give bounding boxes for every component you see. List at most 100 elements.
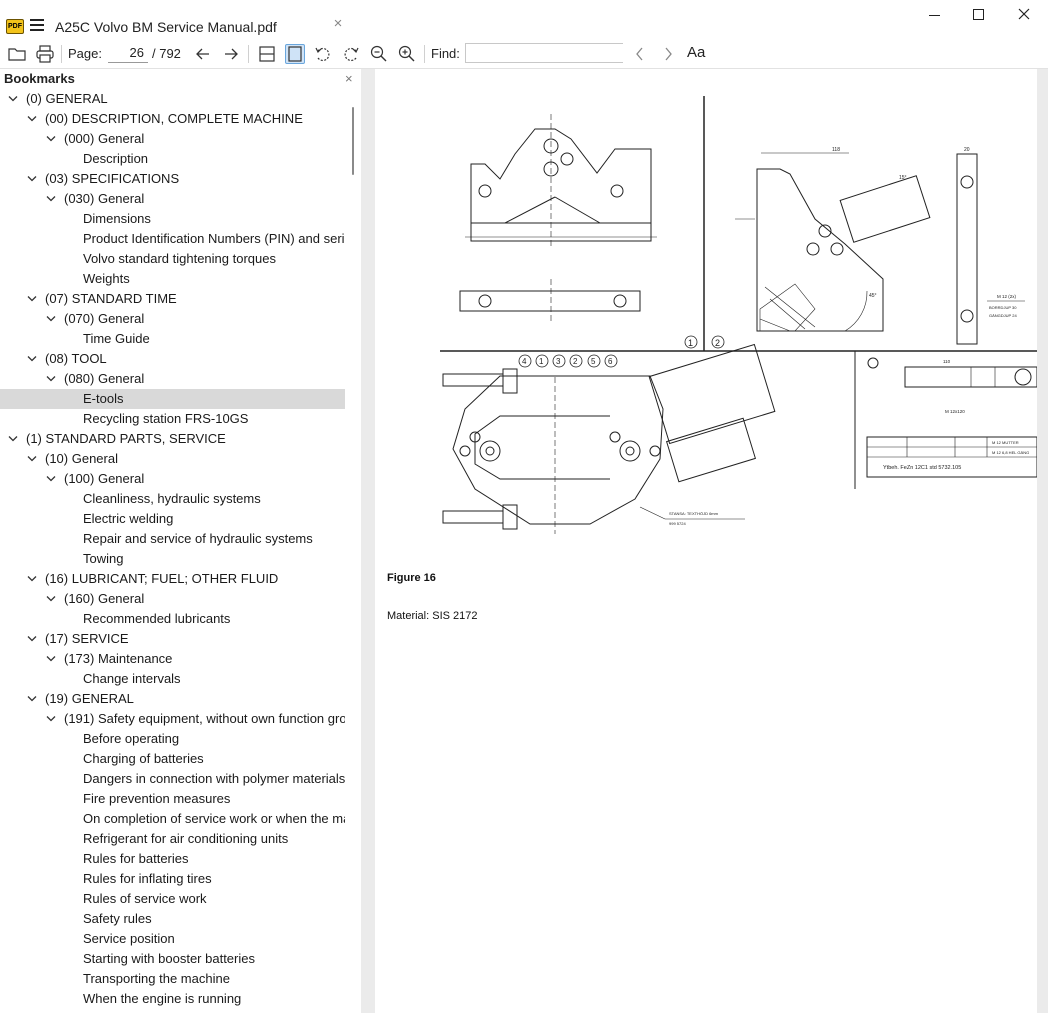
maximize-button[interactable] [966,6,990,24]
bookmark-leaf-item[interactable]: Repair and service of hydraulic systems [0,529,345,549]
continuous-scroll-button[interactable] [257,44,277,64]
previous-page-button[interactable] [193,44,213,64]
bookmark-leaf-item[interactable]: On completion of service work or when th… [0,809,345,829]
print-button[interactable] [35,44,55,64]
bookmark-leaf-item[interactable]: Charging of batteries [0,749,345,769]
toolbar-separator [61,45,62,63]
bookmark-leaf-item[interactable]: Dimensions [0,209,345,229]
match-case-button[interactable]: Aa [687,44,705,61]
bookmark-group-item[interactable]: (03) SPECIFICATIONS [0,169,345,189]
chevron-down-icon[interactable] [26,449,38,469]
chevron-down-icon[interactable] [26,109,38,129]
chevron-down-icon[interactable] [26,689,38,709]
bookmark-leaf-item[interactable]: Volvo standard tightening torques [0,249,345,269]
bookmark-group-item[interactable]: (0) GENERAL [0,89,345,109]
chevron-down-icon[interactable] [7,429,19,449]
page-number-input[interactable] [108,43,148,63]
chevron-down-icon[interactable] [26,349,38,369]
bookmark-leaf-item[interactable]: Time Guide [0,329,345,349]
chevron-down-icon[interactable] [26,629,38,649]
bookmark-label: (0) GENERAL [26,91,108,106]
bookmark-label: Repair and service of hydraulic systems [83,531,313,546]
bookmark-leaf-item[interactable]: Recycling station FRS-10GS [0,409,345,429]
open-folder-button[interactable] [7,44,27,64]
bookmark-leaf-item[interactable]: Towing [0,549,345,569]
minimize-button[interactable] [922,6,946,24]
document-viewer[interactable]: 1 2 118 20 15° 45° M 12 (2x) BORRDJUP 30… [361,69,1048,1013]
bookmark-label: When the engine is running [83,991,242,1006]
bookmark-leaf-item[interactable]: Safety rules [0,909,345,929]
bookmark-group-item[interactable]: (160) General [0,589,345,609]
chevron-right-icon [665,47,672,61]
bookmark-leaf-item[interactable]: Service position [0,929,345,949]
bookmark-leaf-item[interactable]: Product Identification Numbers (PIN) and… [0,229,345,249]
chevron-down-icon[interactable] [45,589,57,609]
zoom-in-button[interactable] [397,44,417,64]
chevron-down-icon[interactable] [26,569,38,589]
scrollbar-thumb[interactable] [352,107,354,175]
tab-close-icon[interactable]: × [331,16,345,31]
bookmark-group-item[interactable]: (173) Maintenance [0,649,345,669]
single-page-button[interactable] [285,44,305,64]
find-next-button[interactable] [658,44,678,64]
bookmark-leaf-item[interactable]: Electric welding [0,509,345,529]
chevron-down-icon[interactable] [45,469,57,489]
bookmark-group-item[interactable]: (08) TOOL [0,349,345,369]
bookmark-group-item[interactable]: (000) General [0,129,345,149]
arrow-left-icon [196,48,209,60]
bookmark-leaf-item[interactable]: Change intervals [0,669,345,689]
chevron-down-icon[interactable] [45,649,57,669]
zoom-out-button[interactable] [369,44,389,64]
bookmark-leaf-item[interactable]: Rules for inflating tires [0,869,345,889]
chevron-down-icon[interactable] [45,309,57,329]
sidebar-close-icon[interactable]: × [345,71,353,86]
document-tab-title[interactable]: A25C Volvo BM Service Manual.pdf [55,19,277,35]
bookmark-leaf-item[interactable]: Before operating [0,729,345,749]
bookmark-leaf-item[interactable]: E-tools [0,389,345,409]
bookmark-leaf-item[interactable]: Rules for batteries [0,849,345,869]
bookmark-group-item[interactable]: (07) STANDARD TIME [0,289,345,309]
bookmark-group-item[interactable]: (080) General [0,369,345,389]
chevron-down-icon[interactable] [45,129,57,149]
bookmark-group-item[interactable]: (00) DESCRIPTION, COMPLETE MACHINE [0,109,345,129]
bookmark-group-item[interactable]: (1) STANDARD PARTS, SERVICE [0,429,345,449]
bookmark-leaf-item[interactable]: Cleanliness, hydraulic systems [0,489,345,509]
toolbar-separator [424,45,425,63]
bookmark-leaf-item[interactable]: Fire prevention measures [0,789,345,809]
find-previous-button[interactable] [630,44,650,64]
rotate-right-button[interactable] [341,44,361,64]
bookmark-leaf-item[interactable]: Weights [0,269,345,289]
dimension-label: STANSA: TEXTHÖJD 6mm [669,511,719,516]
bookmark-leaf-item[interactable]: Refrigerant for air conditioning units [0,829,345,849]
bookmark-group-item[interactable]: (17) SERVICE [0,629,345,649]
bookmark-group-item[interactable]: (191) Safety equipment, without own func… [0,709,345,729]
bookmark-leaf-item[interactable]: Dangers in connection with polymer mater… [0,769,345,789]
chevron-down-icon[interactable] [7,89,19,109]
bookmark-leaf-item[interactable]: Recommended lubricants [0,609,345,629]
bookmarks-scrollbar[interactable] [345,89,361,1013]
bookmark-group-item[interactable]: (100) General [0,469,345,489]
bookmark-group-item[interactable]: (19) GENERAL [0,689,345,709]
bookmarks-title: Bookmarks [4,71,75,86]
bookmark-leaf-item[interactable]: Starting with booster batteries [0,949,345,969]
next-page-button[interactable] [221,44,241,64]
bookmark-leaf-item[interactable]: Rules of service work [0,889,345,909]
chevron-down-icon[interactable] [45,189,57,209]
bookmark-label: Recycling station FRS-10GS [83,411,249,426]
bookmark-leaf-item[interactable]: Transporting the machine [0,969,345,989]
bookmark-leaf-item[interactable]: Description [0,149,345,169]
page-label: Page: [68,46,102,61]
find-input[interactable] [465,43,623,63]
chevron-down-icon[interactable] [45,709,57,729]
bookmark-group-item[interactable]: (16) LUBRICANT; FUEL; OTHER FLUID [0,569,345,589]
close-window-button[interactable] [1012,6,1036,24]
chevron-down-icon[interactable] [26,169,38,189]
chevron-down-icon[interactable] [45,369,57,389]
chevron-down-icon[interactable] [26,289,38,309]
bookmark-group-item[interactable]: (030) General [0,189,345,209]
rotate-left-button[interactable] [313,44,333,64]
bookmark-group-item[interactable]: (10) General [0,449,345,469]
bookmark-leaf-item[interactable]: When the engine is running [0,989,345,1009]
bookmark-group-item[interactable]: (070) General [0,309,345,329]
menu-hamburger-icon[interactable] [30,19,44,31]
